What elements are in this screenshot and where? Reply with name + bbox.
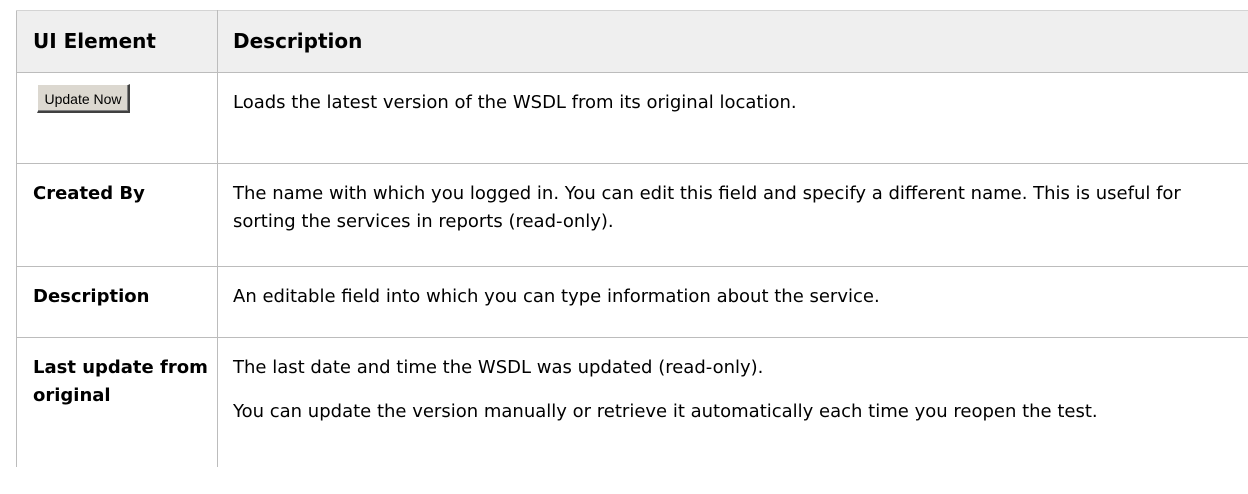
description-cell: The last date and time the WSDL was upda… <box>217 337 1248 467</box>
ui-element-cell: Update Now <box>16 72 218 164</box>
table-row: Update Now Loads the latest version of t… <box>16 72 1248 164</box>
table-row: Created By The name with which you logge… <box>16 163 1248 267</box>
table-header-row: UI Element Description <box>16 10 1248 73</box>
ui-element-name: Description <box>16 266 218 338</box>
header-ui-element: UI Element <box>16 10 218 73</box>
description-text: You can update the version manually or r… <box>233 401 1098 422</box>
table-row: Last update from original The last date … <box>16 337 1248 467</box>
description-cell: The name with which you logged in. You c… <box>217 163 1248 267</box>
description-cell: An editable field into which you can typ… <box>217 266 1248 338</box>
description-text: Loads the latest version of the WSDL fro… <box>233 92 797 113</box>
description-text: The last date and time the WSDL was upda… <box>233 357 764 378</box>
ui-elements-table: UI Element Description Update Now Loads … <box>16 10 1248 467</box>
table-row: Description An editable field into which… <box>16 266 1248 338</box>
update-now-button[interactable]: Update Now <box>37 84 130 113</box>
ui-element-name: Last update from original <box>16 337 218 467</box>
header-description: Description <box>217 10 1248 73</box>
description-text: An editable field into which you can typ… <box>233 286 880 307</box>
description-text: The name with which you logged in. You c… <box>233 183 1181 232</box>
description-cell: Loads the latest version of the WSDL fro… <box>217 72 1248 164</box>
ui-element-name: Created By <box>16 163 218 267</box>
